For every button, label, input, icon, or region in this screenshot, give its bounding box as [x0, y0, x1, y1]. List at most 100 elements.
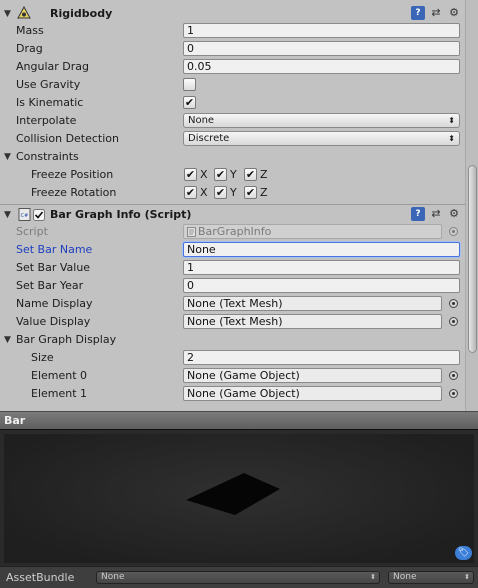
- script-field: BarGraphInfo: [183, 224, 442, 239]
- help-book-icon[interactable]: ?: [411, 207, 425, 221]
- dropdown-arrows-icon: ⬍: [448, 116, 455, 125]
- is-kinematic-label: Is Kinematic: [16, 96, 84, 109]
- object-picker-icon[interactable]: [449, 317, 458, 326]
- element1-label: Element 1: [31, 387, 88, 400]
- freeze-position-label: Freeze Position: [31, 168, 114, 181]
- size-row: Size 2: [0, 349, 465, 367]
- freeze-position-x-checkbox[interactable]: ✔: [184, 168, 197, 181]
- collision-detection-label: Collision Detection: [16, 132, 120, 145]
- dropdown-arrows-icon: ⬍: [448, 134, 455, 143]
- object-picker-icon[interactable]: [449, 299, 458, 308]
- axis-z-label: Z: [260, 186, 268, 199]
- preview-title: Bar: [4, 414, 26, 427]
- axis-y-label: Y: [230, 168, 237, 181]
- gear-icon[interactable]: ⚙: [447, 6, 461, 20]
- freeze-rotation-y-checkbox[interactable]: ✔: [214, 186, 227, 199]
- freeze-rotation-label: Freeze Rotation: [31, 186, 117, 199]
- script-row: Script BarGraphInfo: [0, 223, 465, 241]
- dropdown-arrows-icon: ⬍: [370, 573, 376, 581]
- asset-bundle-name-dropdown[interactable]: None ⬍: [96, 571, 380, 584]
- freeze-position-row: Freeze Position ✔ X ✔ Y ✔ Z: [0, 166, 465, 184]
- drag-row: Drag 0: [0, 40, 465, 58]
- angular-drag-field[interactable]: 0.05: [183, 59, 460, 74]
- asset-bundle-variant-dropdown[interactable]: None ⬍: [388, 571, 474, 584]
- interpolate-value: None: [188, 115, 215, 126]
- axis-z-label: Z: [260, 168, 268, 181]
- angular-drag-label: Angular Drag: [16, 60, 89, 73]
- component-separator: [0, 204, 465, 205]
- set-bar-value-row: Set Bar Value 1: [0, 259, 465, 277]
- interpolate-label: Interpolate: [16, 114, 77, 127]
- axis-x-label: X: [200, 168, 208, 181]
- use-gravity-checkbox[interactable]: [183, 78, 196, 91]
- inspector-scrollbar[interactable]: [465, 0, 478, 411]
- is-kinematic-row: Is Kinematic ✔: [0, 94, 465, 112]
- help-book-icon[interactable]: ?: [411, 6, 425, 20]
- set-bar-value-field[interactable]: 1: [183, 260, 460, 275]
- element0-field[interactable]: None (Game Object): [183, 368, 442, 383]
- size-field[interactable]: 2: [183, 350, 460, 365]
- freeze-rotation-x-checkbox[interactable]: ✔: [184, 186, 197, 199]
- set-bar-name-field[interactable]: None: [183, 242, 460, 257]
- inspector-panel: ▼ Rigidbody ? ⇄ ⚙ Mass 1 Drag 0 Angular …: [0, 0, 478, 411]
- is-kinematic-checkbox[interactable]: ✔: [183, 96, 196, 109]
- value-display-field[interactable]: None (Text Mesh): [183, 314, 442, 329]
- freeze-position-y-checkbox[interactable]: ✔: [214, 168, 227, 181]
- freeze-rotation-row: Freeze Rotation ✔ X ✔ Y ✔ Z: [0, 184, 465, 202]
- freeze-rotation-z-checkbox[interactable]: ✔: [244, 186, 257, 199]
- scrollbar-thumb[interactable]: [468, 165, 477, 353]
- dropdown-arrows-icon: ⬍: [464, 573, 470, 581]
- mass-field[interactable]: 1: [183, 23, 460, 38]
- name-display-field[interactable]: None (Text Mesh): [183, 296, 442, 311]
- value-display-row: Value Display None (Text Mesh): [0, 313, 465, 331]
- object-picker-icon: [449, 227, 458, 236]
- foldout-arrow-icon[interactable]: ▼: [4, 334, 11, 346]
- foldout-arrow-icon[interactable]: ▼: [4, 8, 11, 20]
- drag-field[interactable]: 0: [183, 41, 460, 56]
- script-label: Script: [16, 225, 48, 238]
- interpolate-row: Interpolate None ⬍: [0, 112, 465, 130]
- object-picker-icon[interactable]: [449, 371, 458, 380]
- asset-bundle-name-value: None: [101, 572, 125, 582]
- collision-detection-value: Discrete: [188, 133, 230, 144]
- element1-field[interactable]: None (Game Object): [183, 386, 442, 401]
- script-value: BarGraphInfo: [198, 225, 272, 238]
- script-file-icon: C#: [18, 208, 31, 221]
- bar-graph-display-row[interactable]: ▼ Bar Graph Display: [0, 331, 465, 349]
- preview-area[interactable]: [0, 429, 478, 566]
- component-title: Rigidbody: [50, 7, 113, 20]
- component-enabled-checkbox[interactable]: [33, 209, 45, 221]
- size-label: Size: [31, 351, 54, 364]
- angular-drag-row: Angular Drag 0.05: [0, 58, 465, 76]
- gear-icon[interactable]: ⚙: [447, 207, 461, 221]
- mass-row: Mass 1: [0, 22, 465, 40]
- preset-icon[interactable]: ⇄: [429, 207, 443, 221]
- asset-bundle-bar: AssetBundle None ⬍ None ⬍: [0, 566, 478, 588]
- bar-mesh-preview: [186, 473, 280, 515]
- component-title: Bar Graph Info (Script): [50, 208, 192, 221]
- axis-x-label: X: [200, 186, 208, 199]
- collision-detection-dropdown[interactable]: Discrete ⬍: [183, 131, 460, 146]
- rigidbody-header[interactable]: ▼ Rigidbody ? ⇄ ⚙: [0, 5, 465, 23]
- use-gravity-label: Use Gravity: [16, 78, 81, 91]
- constraints-label: Constraints: [16, 150, 79, 163]
- collision-detection-row: Collision Detection Discrete ⬍: [0, 130, 465, 148]
- object-picker-icon[interactable]: [449, 389, 458, 398]
- preview-viewport[interactable]: [4, 434, 474, 563]
- script-component-header[interactable]: ▼ C# Bar Graph Info (Script) ? ⇄ ⚙: [0, 206, 465, 224]
- constraints-row[interactable]: ▼ Constraints: [0, 148, 465, 166]
- set-bar-year-field[interactable]: 0: [183, 278, 460, 293]
- asset-bundle-label: AssetBundle: [6, 571, 75, 584]
- interpolate-dropdown[interactable]: None ⬍: [183, 113, 460, 128]
- label-tag-icon[interactable]: 🏷: [455, 546, 472, 560]
- element1-row: Element 1 None (Game Object): [0, 385, 465, 403]
- element0-label: Element 0: [31, 369, 88, 382]
- preset-icon[interactable]: ⇄: [429, 6, 443, 20]
- foldout-arrow-icon[interactable]: ▼: [4, 209, 11, 221]
- svg-text:C#: C#: [21, 213, 29, 219]
- name-display-label: Name Display: [16, 297, 93, 310]
- freeze-position-z-checkbox[interactable]: ✔: [244, 168, 257, 181]
- preview-header[interactable]: Bar: [0, 411, 478, 429]
- value-display-label: Value Display: [16, 315, 91, 328]
- foldout-arrow-icon[interactable]: ▼: [4, 151, 11, 163]
